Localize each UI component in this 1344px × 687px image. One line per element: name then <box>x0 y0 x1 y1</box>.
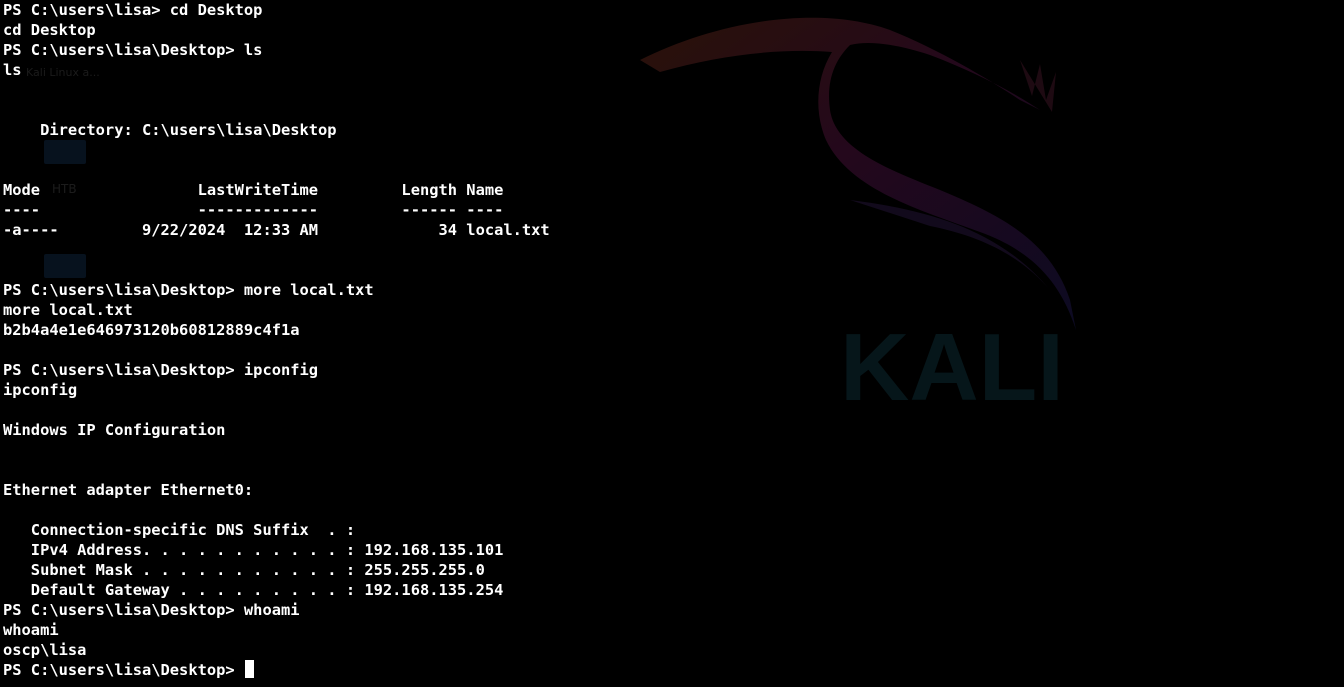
terminal-line: whoami <box>3 621 59 639</box>
terminal-line: Ethernet adapter Ethernet0: <box>3 481 254 499</box>
text-cursor[interactable] <box>244 660 254 678</box>
terminal-line: PS C:\users\lisa\Desktop> whoami <box>3 601 300 619</box>
kali-text: KALI <box>840 314 1064 420</box>
terminal-line: ls <box>3 61 22 79</box>
terminal-line: Directory: C:\users\lisa\Desktop <box>3 121 337 139</box>
terminal-line: IPv4 Address. . . . . . . . . . . : 192.… <box>3 541 504 559</box>
terminal-line: PS C:\users\lisa> cd Desktop <box>3 1 263 19</box>
terminal-line: PS C:\users\lisa\Desktop> more local.txt <box>3 281 374 299</box>
terminal-line: Default Gateway . . . . . . . . . : 192.… <box>3 581 504 599</box>
terminal-line: Subnet Mask . . . . . . . . . . . : 255.… <box>3 561 485 579</box>
prompt-line[interactable]: PS C:\users\lisa\Desktop> <box>3 660 550 680</box>
terminal-line: PS C:\users\lisa\Desktop> ipconfig <box>3 361 319 379</box>
terminal-line: Connection-specific DNS Suffix . : <box>3 521 356 539</box>
table-row: -a---- 9/22/2024 12:33 AM 34 local.txt <box>3 221 550 239</box>
terminal-line: Windows IP Configuration <box>3 421 226 439</box>
table-header-row: Mode LastWriteTime Length Name <box>3 181 504 199</box>
terminal-line: PS C:\users\lisa\Desktop> ls <box>3 41 263 59</box>
flag-hash-line: b2b4a4e1e646973120b60812889c4f1a <box>3 321 300 339</box>
terminal-line: ipconfig <box>3 381 78 399</box>
shell-prompt: PS C:\users\lisa\Desktop> <box>3 661 244 679</box>
dragon-tail-shape <box>850 200 1050 290</box>
terminal-line: more local.txt <box>3 301 133 319</box>
table-header-underline: ---- ------------- ------ ---- <box>3 201 504 219</box>
terminal-output: PS C:\users\lisa> cd Desktop cd Desktop … <box>3 0 550 680</box>
dragon-claw-shape <box>1020 60 1056 112</box>
terminal-line: oscp\lisa <box>3 641 87 659</box>
kali-dragon-watermark: KALI <box>640 17 1076 420</box>
dragon-head-shape <box>640 17 1076 331</box>
terminal-line: cd Desktop <box>3 21 96 39</box>
terminal-window[interactable]: KALI Kali Linux a... HTB PS C:\users\lis… <box>0 0 1344 687</box>
